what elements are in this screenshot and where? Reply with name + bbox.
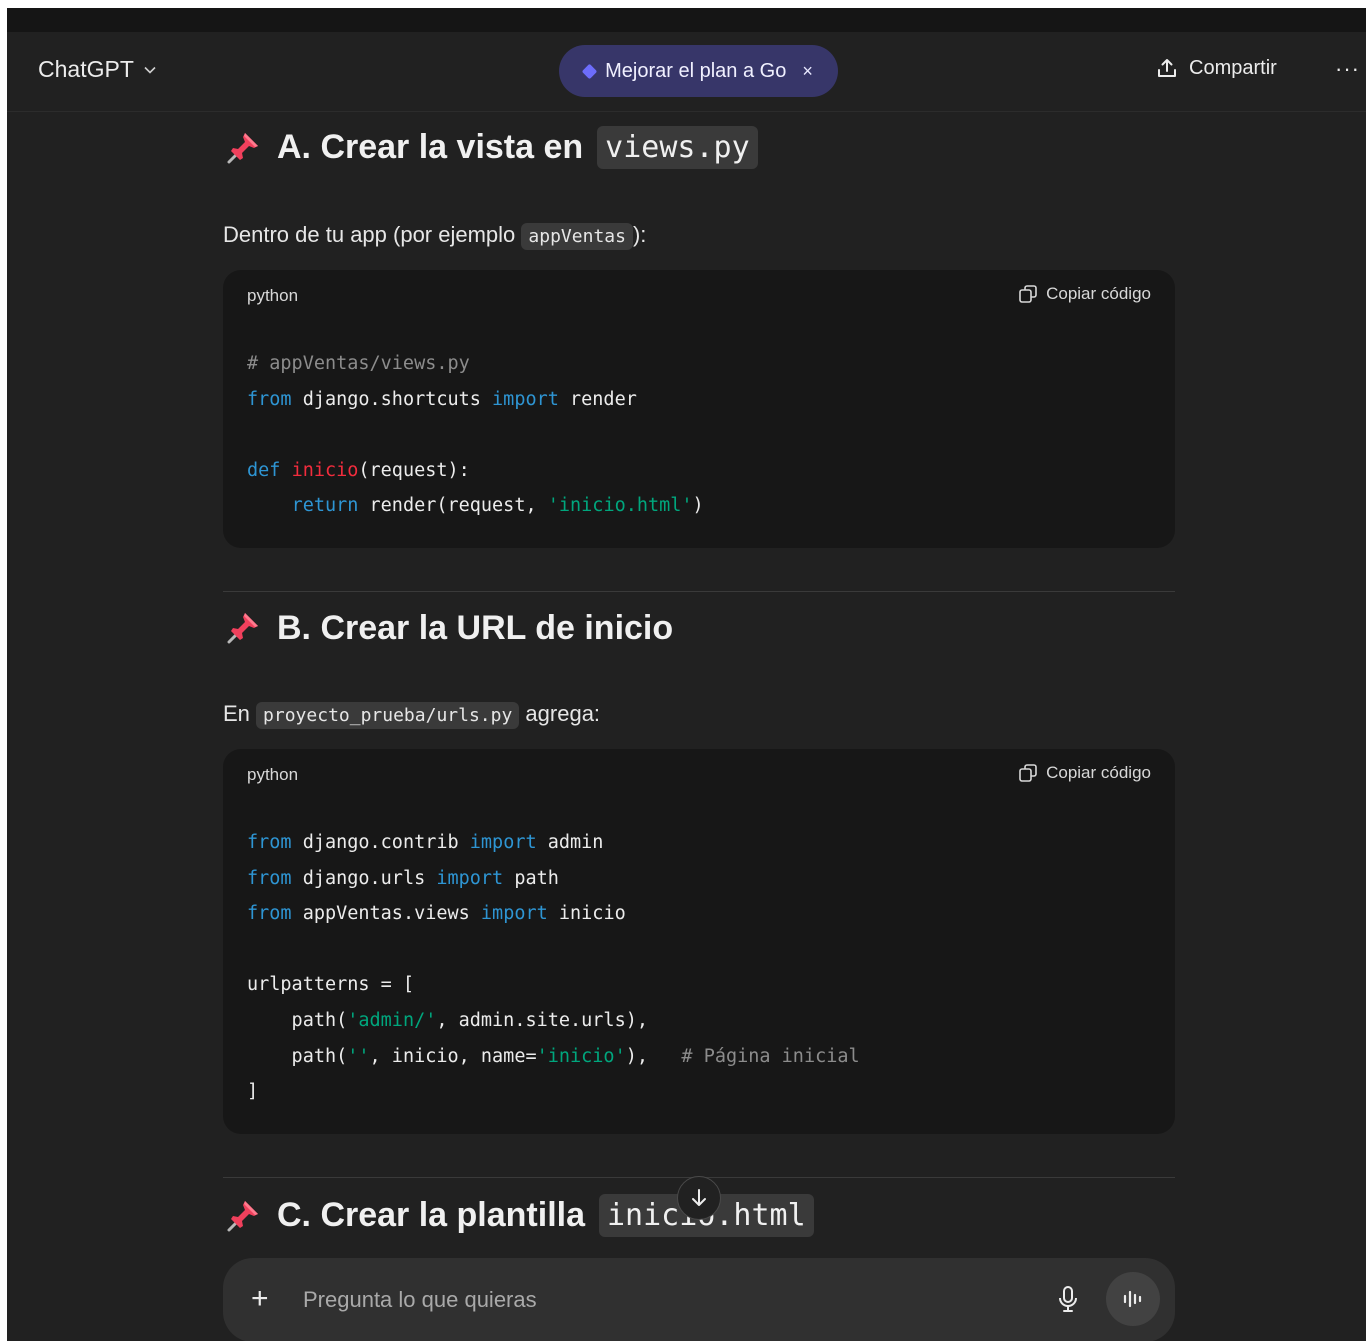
section-b-intro: En proyecto_prueba/urls.py agrega: xyxy=(223,701,601,729)
copy-label: Copiar código xyxy=(1046,763,1151,782)
upgrade-plan-pill[interactable]: Mejorar el plan a Go × xyxy=(559,45,838,97)
copy-icon xyxy=(1019,764,1037,782)
more-options-button[interactable]: ··· xyxy=(1335,56,1360,82)
share-label: Compartir xyxy=(1189,56,1277,79)
section-b-title: B. Crear la URL de inicio xyxy=(277,608,674,647)
microphone-icon xyxy=(1059,1286,1077,1312)
pushpin-icon xyxy=(227,132,258,163)
dictate-button[interactable] xyxy=(1057,1285,1079,1318)
code-language: python xyxy=(247,286,299,305)
close-icon[interactable]: × xyxy=(802,61,813,82)
code-language: python xyxy=(247,765,299,784)
divider xyxy=(223,591,1175,592)
share-button[interactable]: Compartir xyxy=(1155,56,1277,80)
copy-icon xyxy=(1019,285,1037,303)
prompt-input[interactable] xyxy=(303,1282,1043,1318)
copy-code-button[interactable]: Copiar código xyxy=(1018,763,1151,783)
code-block-views: python Copiar código # appVentas/views.p… xyxy=(223,270,1175,548)
copy-label: Copiar código xyxy=(1046,284,1151,303)
chat-app: ChatGPT Mejorar el plan a Go × Compartir… xyxy=(7,32,1366,1341)
section-a-heading: A. Crear la vista en views.py xyxy=(223,126,758,169)
section-c-heading: C. Crear la plantilla inicio.html xyxy=(223,1194,814,1237)
copy-code-button[interactable]: Copiar código xyxy=(1018,284,1151,304)
intro-text: Dentro de tu app (por ejemplo xyxy=(223,222,516,247)
section-a-title: A. Crear la vista en xyxy=(277,128,584,166)
code-block-urls: python Copiar código from django.contrib… xyxy=(223,749,1175,1134)
model-name: ChatGPT xyxy=(38,56,134,82)
message-composer: + xyxy=(223,1258,1175,1341)
intro-text: En xyxy=(223,701,250,726)
share-icon xyxy=(1158,59,1176,77)
pushpin-icon xyxy=(227,1200,258,1231)
add-attachment-button[interactable]: + xyxy=(251,1284,269,1314)
inline-code: appVentas xyxy=(521,223,633,250)
scroll-to-bottom-button[interactable] xyxy=(677,1176,721,1220)
header: ChatGPT Mejorar el plan a Go × Compartir… xyxy=(7,32,1366,112)
chevron-down-icon xyxy=(144,66,156,74)
intro-text-end: ): xyxy=(632,222,647,247)
upgrade-label: Mejorar el plan a Go xyxy=(605,59,787,82)
voice-mode-button[interactable] xyxy=(1106,1272,1160,1326)
code-content: # appVentas/views.py from django.shortcu… xyxy=(247,353,704,517)
model-selector[interactable]: ChatGPT xyxy=(38,56,156,83)
section-a-intro: Dentro de tu app (por ejemplo appVentas)… xyxy=(223,222,647,250)
intro-text-end: agrega: xyxy=(525,701,601,726)
section-a-title-code: views.py xyxy=(597,126,758,169)
diamond-icon xyxy=(581,63,598,79)
window-top-strip xyxy=(7,8,1366,32)
section-c-title: C. Crear la plantilla xyxy=(277,1196,585,1234)
waveform-icon xyxy=(1123,1290,1142,1308)
section-b-heading: B. Crear la URL de inicio xyxy=(223,608,673,648)
code-content: from django.contrib import admin from dj… xyxy=(247,832,860,1103)
arrow-down-icon xyxy=(692,1189,706,1206)
inline-code: proyecto_prueba/urls.py xyxy=(256,702,520,729)
pushpin-icon xyxy=(227,613,258,644)
